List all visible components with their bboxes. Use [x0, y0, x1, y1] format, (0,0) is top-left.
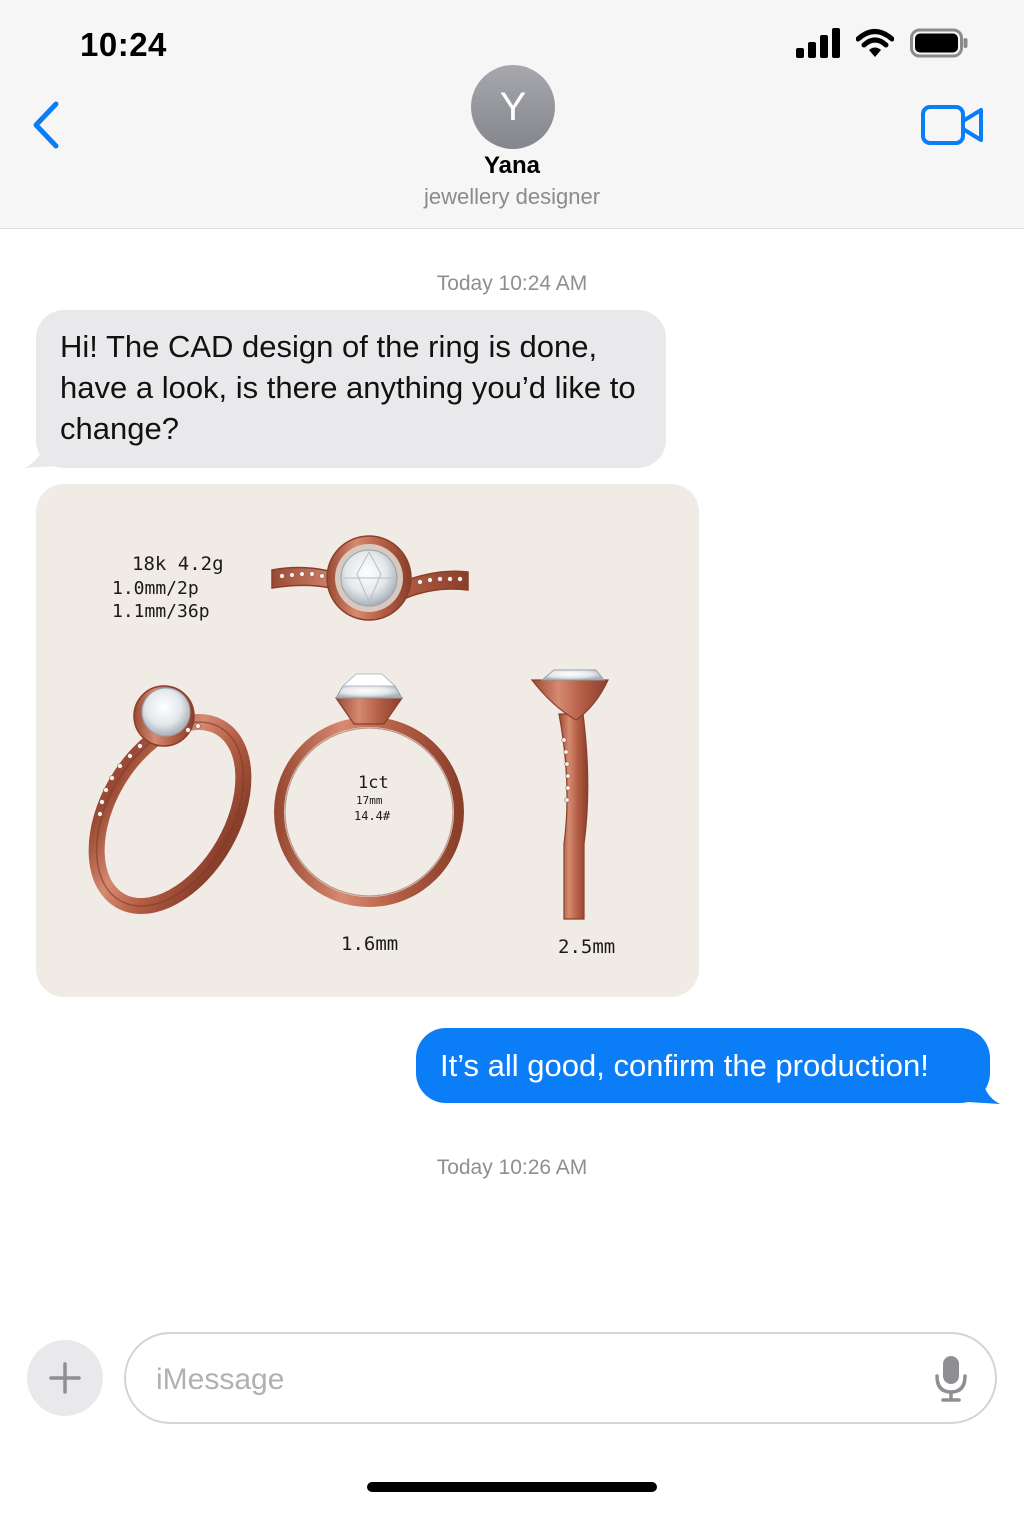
battery-icon — [910, 28, 968, 58]
contact-name[interactable]: Yana — [0, 152, 1024, 180]
dictation-button[interactable] — [933, 1354, 969, 1404]
band-width-front-label: 1.6mm — [341, 933, 398, 955]
ring-perspective-view — [88, 685, 252, 914]
spec-stones-1: 1.0mm/2p — [112, 578, 199, 599]
outgoing-message-bubble[interactable]: It’s all good, confirm the production! — [416, 1028, 990, 1103]
incoming-message-bubble[interactable]: Hi! The CAD design of the ring is done, … — [36, 310, 666, 468]
contact-subtitle: jewellery designer — [423, 184, 601, 209]
band-width-side-label: 2.5mm — [558, 936, 615, 958]
spec-metal: 18k 4.2g — [132, 553, 224, 575]
status-bar: 10:24 — [0, 0, 1024, 80]
imessage-input[interactable] — [154, 1354, 918, 1406]
incoming-message-text: Hi! The CAD design of the ring is done, … — [60, 329, 636, 446]
spec-stones-2: 1.1mm/36p — [112, 601, 210, 622]
ring-cad-image-attachment[interactable]: 18k 4.2g 1.0mm/2p 1.1mm/36p 1ct 17mm 14.… — [36, 484, 699, 997]
signal-icon — [796, 28, 840, 58]
ring-top-view — [271, 535, 469, 621]
home-indicator[interactable] — [367, 1482, 657, 1492]
center-stone-label: 1ct — [358, 773, 389, 793]
message-timestamp: Today 10:26 AM — [436, 1156, 588, 1179]
back-chevron-icon — [33, 101, 59, 149]
ring-side-view — [530, 669, 609, 920]
message-timestamp: Today 10:24 AM — [436, 272, 588, 295]
avatar-initial: Y — [499, 84, 527, 129]
status-time: 10:24 — [80, 26, 167, 63]
outgoing-message-text: It’s all good, confirm the production! — [440, 1048, 929, 1083]
microphone-icon — [935, 1356, 967, 1402]
ring-size-label: 14.4# — [354, 809, 391, 823]
diameter-label: 17mm — [356, 794, 383, 807]
video-call-icon — [921, 105, 983, 145]
apps-plus-button[interactable] — [27, 1340, 103, 1416]
back-button[interactable] — [28, 98, 68, 152]
message-composer — [124, 1332, 997, 1424]
video-call-button[interactable] — [920, 102, 986, 148]
ring-cad-drawing: 18k 4.2g 1.0mm/2p 1.1mm/36p 1ct 17mm 14.… — [88, 535, 615, 958]
status-icons — [796, 28, 968, 58]
wifi-icon — [856, 29, 894, 57]
plus-icon — [49, 1362, 81, 1394]
